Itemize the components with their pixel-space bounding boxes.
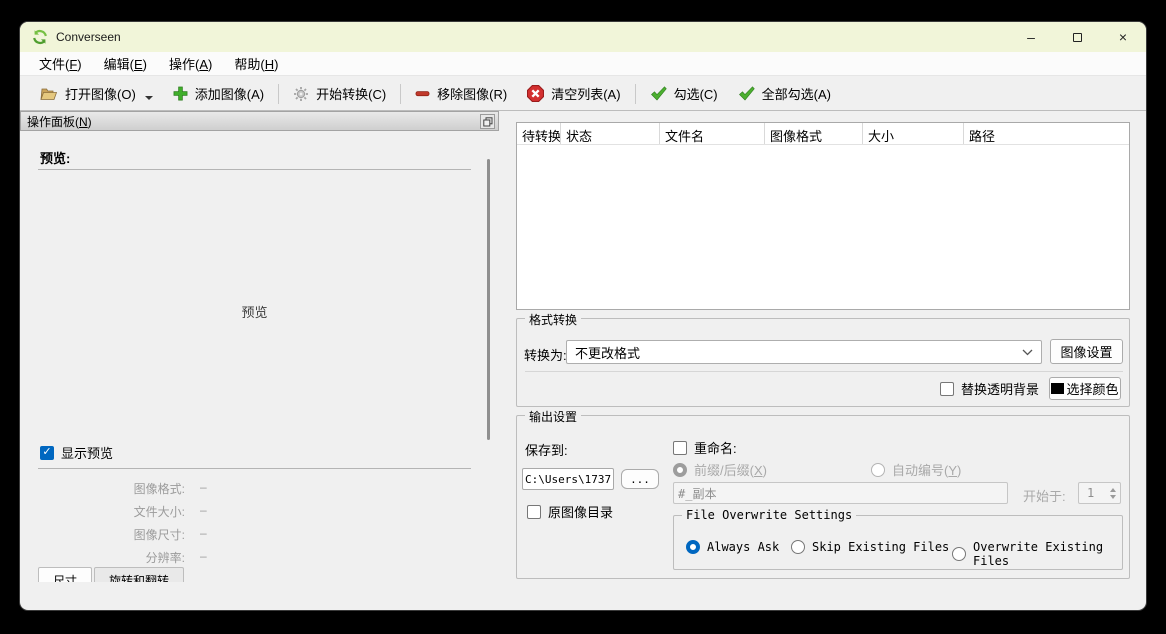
remove-images-button[interactable]: 移除图像(R) [405, 80, 517, 107]
remove-minus-icon [415, 86, 430, 101]
maximize-button[interactable] [1054, 22, 1100, 52]
menu-help[interactable]: 帮助(H) [223, 51, 289, 76]
toolbar-separator [400, 84, 401, 104]
toolbar-separator [635, 84, 636, 104]
format-group-title: 格式转换 [525, 311, 581, 328]
actions-panel-titlebar[interactable]: 操作面板(N) [20, 111, 499, 131]
save-path-input[interactable] [522, 468, 614, 490]
title-bar: Converseen – × [20, 22, 1146, 52]
replace-transparent-bg-checkbox[interactable]: 替换透明背景 [940, 379, 1039, 398]
checkbox-icon[interactable] [940, 382, 954, 396]
rename-checkbox[interactable]: 重命名: [673, 438, 737, 457]
choose-color-button[interactable]: 选择颜色 [1049, 377, 1121, 400]
convert-to-label: 转换为: [524, 345, 567, 364]
same-directory-checkbox[interactable]: 原图像目录 [527, 502, 613, 521]
check-button[interactable]: 勾选(C) [640, 80, 728, 107]
table-header: 待转换 状态 文件名 图像格式 大小 路径 [517, 123, 1129, 145]
menu-actions[interactable]: 操作(A) [158, 51, 223, 76]
radio-selected-icon[interactable] [686, 540, 700, 554]
color-swatch [1051, 383, 1064, 394]
app-logo-icon [32, 29, 48, 45]
preview-section-label: 预览: [40, 148, 70, 167]
col-path[interactable]: 路径 [964, 123, 1129, 144]
auto-number-radio[interactable]: 自动编号(Y) [871, 460, 961, 479]
checkbox-checked-icon[interactable]: ✓ [40, 446, 54, 460]
gear-icon [293, 86, 309, 102]
float-icon [483, 117, 493, 127]
window-title: Converseen [56, 30, 121, 44]
radio-selected-icon[interactable] [673, 463, 687, 477]
overwrite-group-title: File Overwrite Settings [682, 508, 856, 522]
image-dimensions-row: 图像尺寸:– [40, 526, 240, 543]
start-conversion-button[interactable]: 开始转换(C) [283, 80, 396, 107]
overwrite-existing-radio[interactable]: Overwrite Existing Files [952, 540, 1122, 568]
open-dropdown-arrow-icon[interactable] [145, 96, 153, 100]
radio-icon[interactable] [791, 540, 805, 554]
tab-dimensions[interactable]: 尺寸 [38, 567, 92, 582]
divider [38, 468, 471, 469]
format-conversion-group: 格式转换 转换为: 不更改格式 图像设置 替换透明背景 选择颜色 [516, 318, 1130, 407]
output-settings-group: 输出设置 保存到: ... 原图像目录 重命名: 前缀/后缀(X) 自动编号(Y… [516, 415, 1130, 579]
col-image-format[interactable]: 图像格式 [765, 123, 863, 144]
start-at-label: 开始于: [1023, 486, 1066, 505]
browse-button[interactable]: ... [621, 469, 659, 489]
file-list-table[interactable]: 待转换 状态 文件名 图像格式 大小 路径 [516, 122, 1130, 310]
spinner-arrows-icon[interactable] [1110, 488, 1120, 499]
col-size[interactable]: 大小 [863, 123, 964, 144]
clear-list-button[interactable]: 清空列表(A) [517, 80, 630, 107]
col-to-convert[interactable]: 待转换 [517, 123, 561, 144]
float-panel-button[interactable] [480, 114, 495, 129]
image-format-row: 图像格式:– [40, 480, 240, 497]
format-select[interactable]: 不更改格式 [566, 340, 1042, 364]
add-images-button[interactable]: 添加图像(A) [163, 80, 274, 107]
radio-icon[interactable] [871, 463, 885, 477]
add-plus-icon [173, 86, 188, 101]
output-group-title: 输出设置 [525, 408, 581, 425]
panel-tabs: 尺寸 旋转和翻转 [38, 567, 184, 582]
checkbox-icon[interactable] [673, 441, 687, 455]
toolbar-separator [278, 84, 279, 104]
col-filename[interactable]: 文件名 [660, 123, 765, 144]
divider [38, 169, 471, 170]
converseen-window: Converseen – × 文件(F) 编辑(E) 操作(A) 帮助(H) 打… [20, 22, 1146, 610]
close-button[interactable]: × [1100, 22, 1146, 52]
always-ask-radio[interactable]: Always Ask [686, 540, 779, 554]
open-folder-icon [40, 86, 58, 101]
radio-icon[interactable] [952, 547, 966, 561]
file-overwrite-group: File Overwrite Settings Always Ask Skip … [673, 515, 1123, 570]
prefix-suffix-radio[interactable]: 前缀/后缀(X) [673, 460, 767, 479]
panel-scrollbar[interactable] [487, 159, 490, 440]
menu-edit[interactable]: 编辑(E) [93, 51, 158, 76]
actions-panel-title: 操作面板(N) [27, 113, 92, 130]
image-settings-button[interactable]: 图像设置 [1050, 339, 1123, 364]
resolution-row: 分辨率:– [40, 549, 240, 566]
show-preview-checkbox[interactable]: ✓ 显示预览 [40, 443, 113, 462]
chevron-down-icon [1022, 349, 1033, 356]
clear-x-icon [527, 85, 544, 102]
toolbar: 打开图像(O) 添加图像(A) 开始转换(C) 移除图像 [20, 77, 1146, 111]
menu-bar: 文件(F) 编辑(E) 操作(A) 帮助(H) [20, 52, 1146, 76]
minimize-button[interactable]: – [1008, 22, 1054, 52]
check-all-icon [738, 86, 755, 101]
menu-file[interactable]: 文件(F) [28, 51, 93, 76]
col-status[interactable]: 状态 [561, 123, 660, 144]
checkbox-icon[interactable] [527, 505, 541, 519]
start-number-spinner[interactable]: 1 [1078, 482, 1121, 504]
file-size-row: 文件大小:– [40, 503, 240, 520]
open-images-button[interactable]: 打开图像(O) [30, 80, 163, 107]
tab-rotate-flip[interactable]: 旋转和翻转 [94, 567, 184, 582]
rename-pattern-input[interactable] [673, 482, 1008, 504]
divider [525, 371, 1123, 372]
save-to-label: 保存到: [525, 440, 568, 459]
check-all-button[interactable]: 全部勾选(A) [728, 80, 841, 107]
skip-existing-radio[interactable]: Skip Existing Files [791, 540, 949, 554]
check-icon [650, 86, 667, 101]
preview-placeholder: 预览 [38, 302, 471, 321]
